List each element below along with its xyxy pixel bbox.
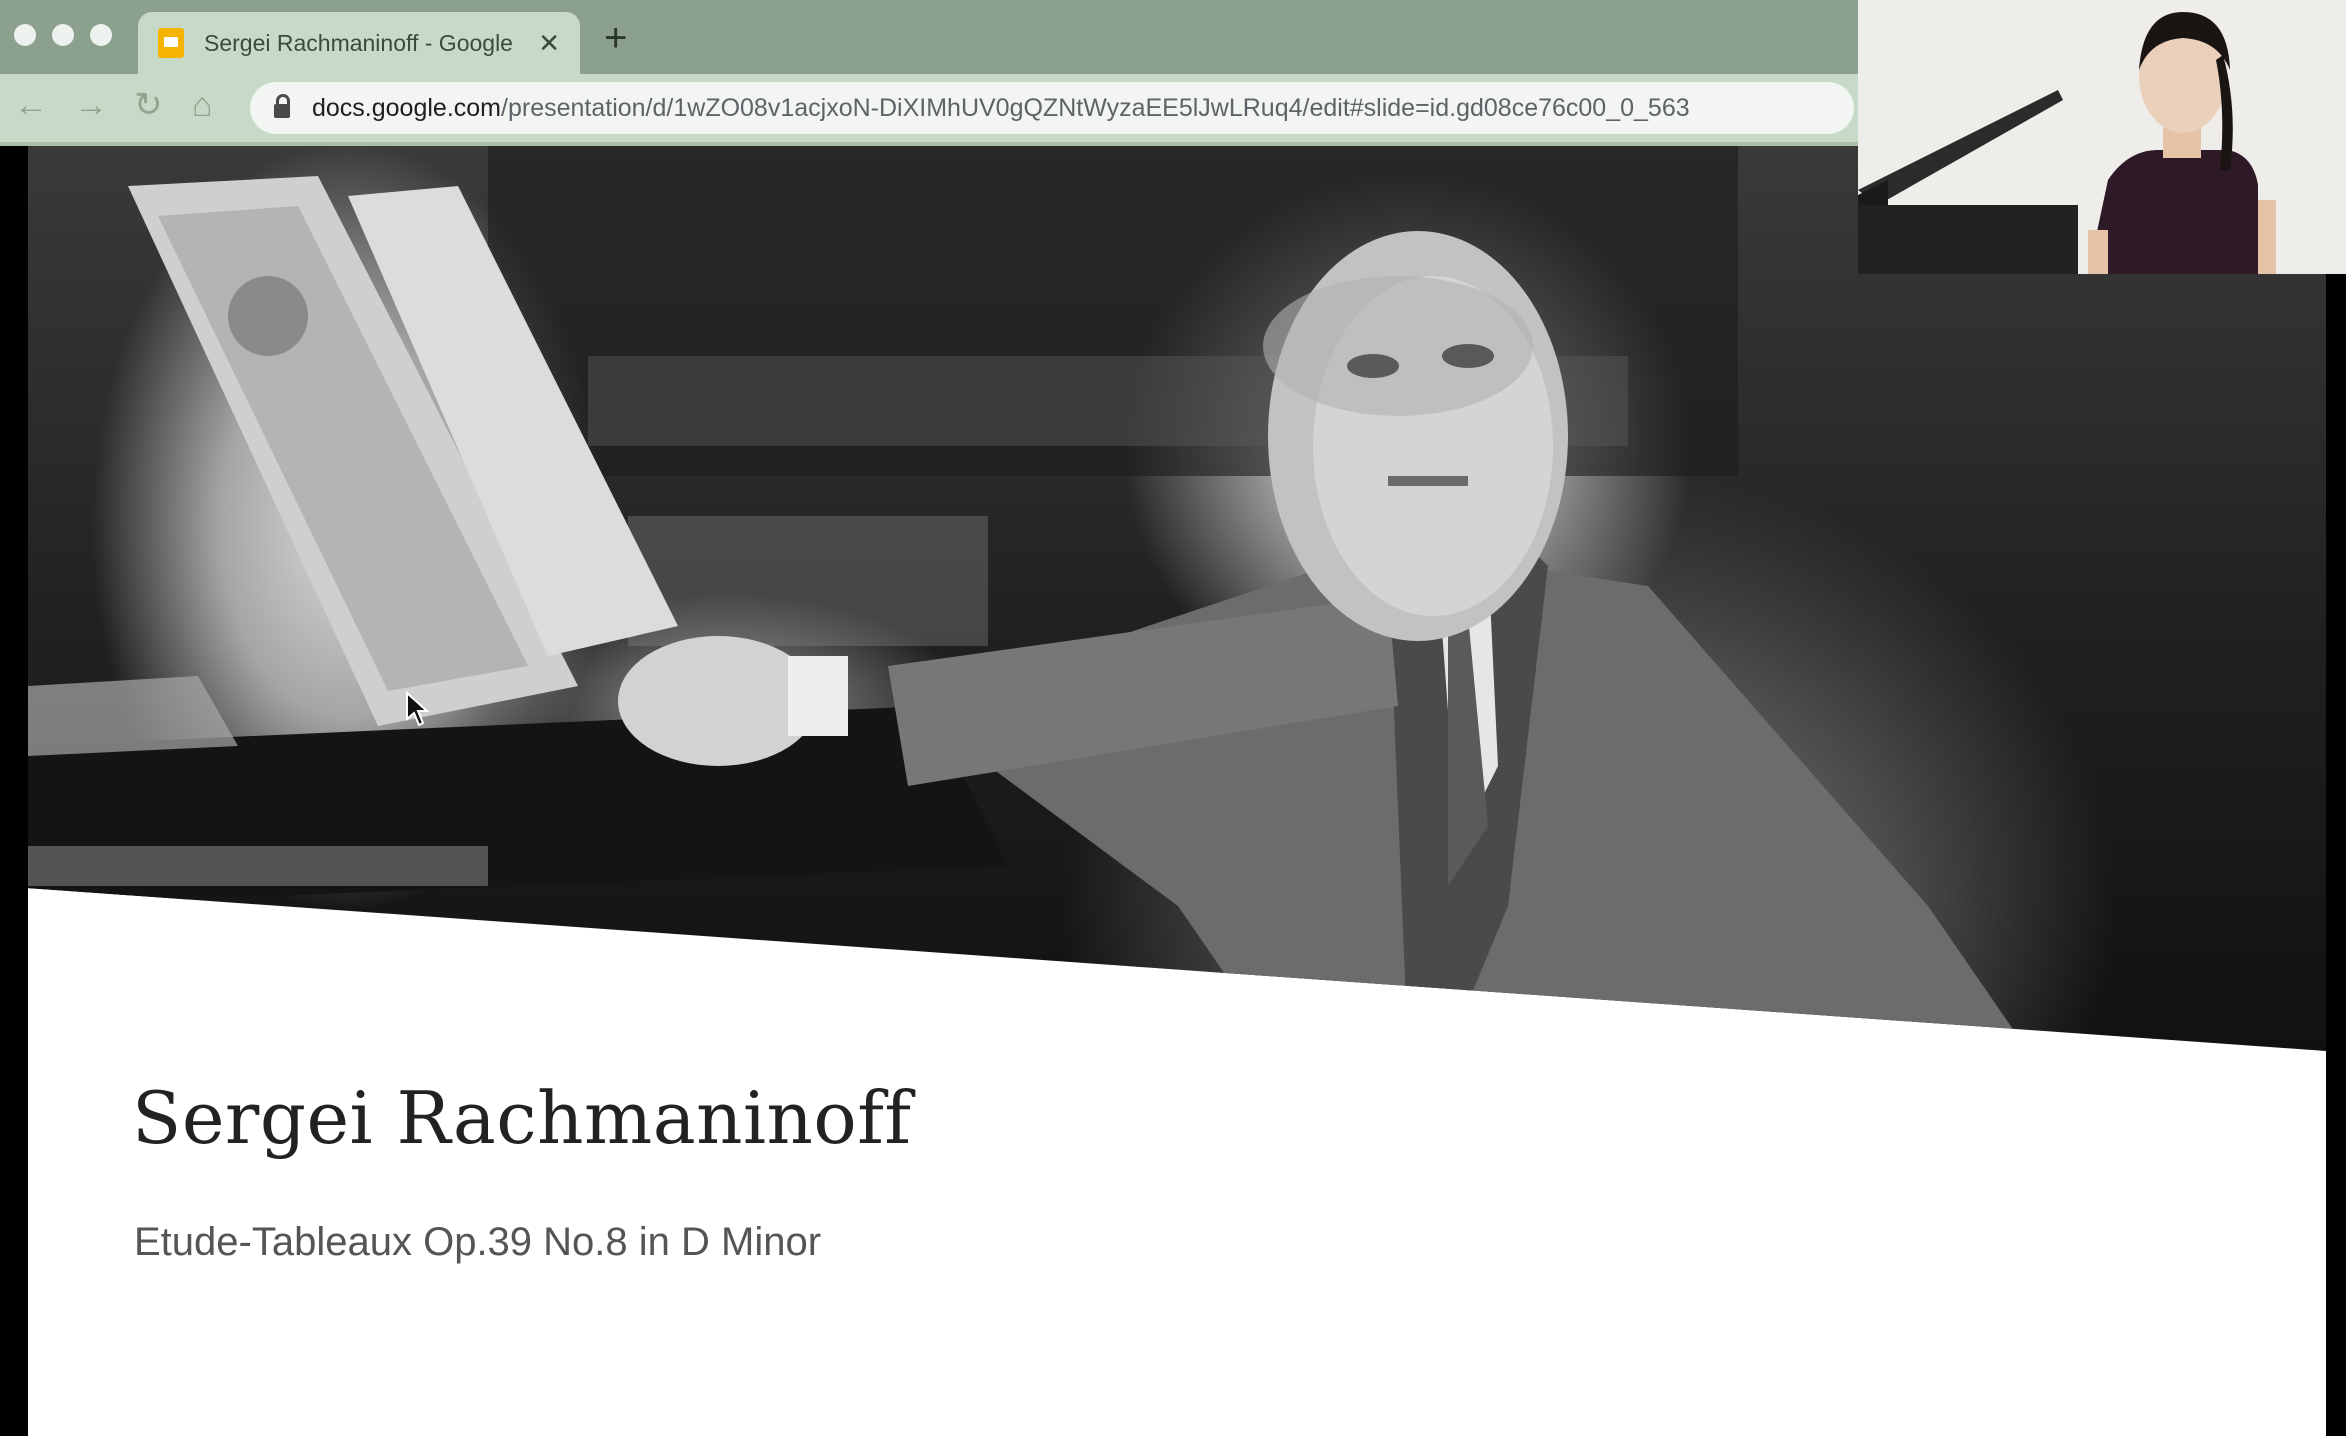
url-host: docs.google.com [312,93,502,122]
composer-photo [28,146,2326,1051]
url-path: /presentation/d/1wZO08v1acjxoN-DiXIMhUV0… [501,93,1690,122]
new-tab-button[interactable]: + [604,18,627,58]
window-minimize-icon[interactable] [52,24,74,46]
tab-sergei-rachmaninoff[interactable]: Sergei Rachmaninoff - Google ✕ [138,12,580,74]
presenter-webcam [1858,0,2346,274]
address-url: docs.google.com/presentation/d/1wZO08v1a… [312,94,1690,123]
slide-subtitle[interactable]: Etude-Tableaux Op.39 No.8 in D Minor [134,1220,821,1265]
back-icon[interactable]: ← [14,88,48,122]
lock-icon [274,94,290,118]
tab-close-icon[interactable]: ✕ [538,28,560,59]
photo-shapes [28,146,2028,1051]
window-close-icon[interactable] [14,24,36,46]
browser-tab-bar: Sergei Rachmaninoff - Google ✕ + [0,0,1858,74]
home-icon[interactable]: ⌂ [192,88,213,122]
forward-icon[interactable]: → [74,88,108,122]
browser-toolbar: ← → ↻ ⌂ docs.google.com/presentation/d/1… [0,74,1858,142]
reload-icon[interactable]: ↻ [134,88,163,122]
mouse-cursor-icon [406,691,429,727]
tab-title: Sergei Rachmaninoff - Google [204,29,513,56]
window-maximize-icon[interactable] [90,24,112,46]
webcam-scene [1858,0,2346,274]
google-slides-icon [158,28,184,58]
address-bar[interactable]: docs.google.com/presentation/d/1wZO08v1a… [250,82,1854,134]
slide-title[interactable]: Sergei Rachmaninoff [132,1076,912,1160]
presentation-slide: Sergei Rachmaninoff Etude-Tableaux Op.39… [28,146,2326,1436]
